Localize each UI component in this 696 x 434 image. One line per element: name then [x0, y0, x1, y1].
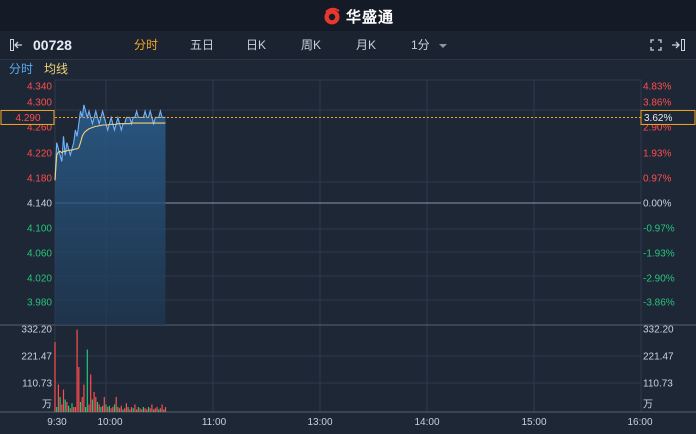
percent-tick-label: -2.90% [643, 274, 675, 285]
current-pct-label: 3.62% [644, 113, 672, 124]
price-area [55, 104, 166, 326]
time-tick-label: 13:00 [307, 417, 332, 428]
percent-tick-label: 4.83% [643, 82, 671, 93]
volume-tick-label-right: 221.47 [643, 352, 674, 363]
volume-tick-label-left: 221.47 [21, 352, 52, 363]
percent-tick-label: -0.97% [643, 224, 675, 235]
percent-tick-label: 0.00% [643, 199, 671, 210]
current-price-label: 4.290 [15, 113, 40, 124]
volume-tick-label-right: 万 [643, 400, 653, 411]
price-tick-label: 4.300 [27, 98, 52, 109]
price-tick-label: 3.980 [27, 298, 52, 309]
price-tick-label: 4.060 [27, 249, 52, 260]
time-tick-label: 16:00 [627, 417, 652, 428]
price-area-fill [55, 104, 166, 326]
price-tick-label: 4.180 [27, 174, 52, 185]
price-tick-label: 4.340 [27, 82, 52, 93]
price-tick-label: 4.140 [27, 199, 52, 210]
intraday-chart[interactable]: 4.3404.3004.2604.2204.1804.1404.1004.060… [0, 0, 696, 434]
volume-tick-label-left: 110.73 [22, 379, 52, 390]
volume-tick-label-right: 332.20 [643, 325, 674, 336]
price-tick-label: 4.020 [27, 274, 52, 285]
price-tick-label: 4.220 [27, 149, 52, 160]
percent-tick-label: 3.86% [643, 98, 671, 109]
price-tick-label: 4.100 [27, 224, 52, 235]
volume-bars [54, 329, 167, 412]
volume-tick-label-left: 万 [42, 400, 52, 411]
percent-tick-label: -3.86% [643, 298, 675, 309]
volume-tick-label-right: 110.73 [643, 379, 673, 390]
time-tick-label: 10:00 [97, 417, 122, 428]
percent-tick-label: 1.93% [643, 149, 671, 160]
time-tick-label: 14:00 [414, 417, 439, 428]
time-tick-label: 11:00 [202, 417, 227, 428]
time-tick-label: 9:30 [47, 417, 67, 428]
volume-tick-label-left: 332.20 [21, 325, 52, 336]
percent-tick-label: 0.97% [643, 174, 671, 185]
percent-tick-label: -1.93% [643, 249, 675, 260]
time-tick-label: 15:00 [521, 417, 546, 428]
